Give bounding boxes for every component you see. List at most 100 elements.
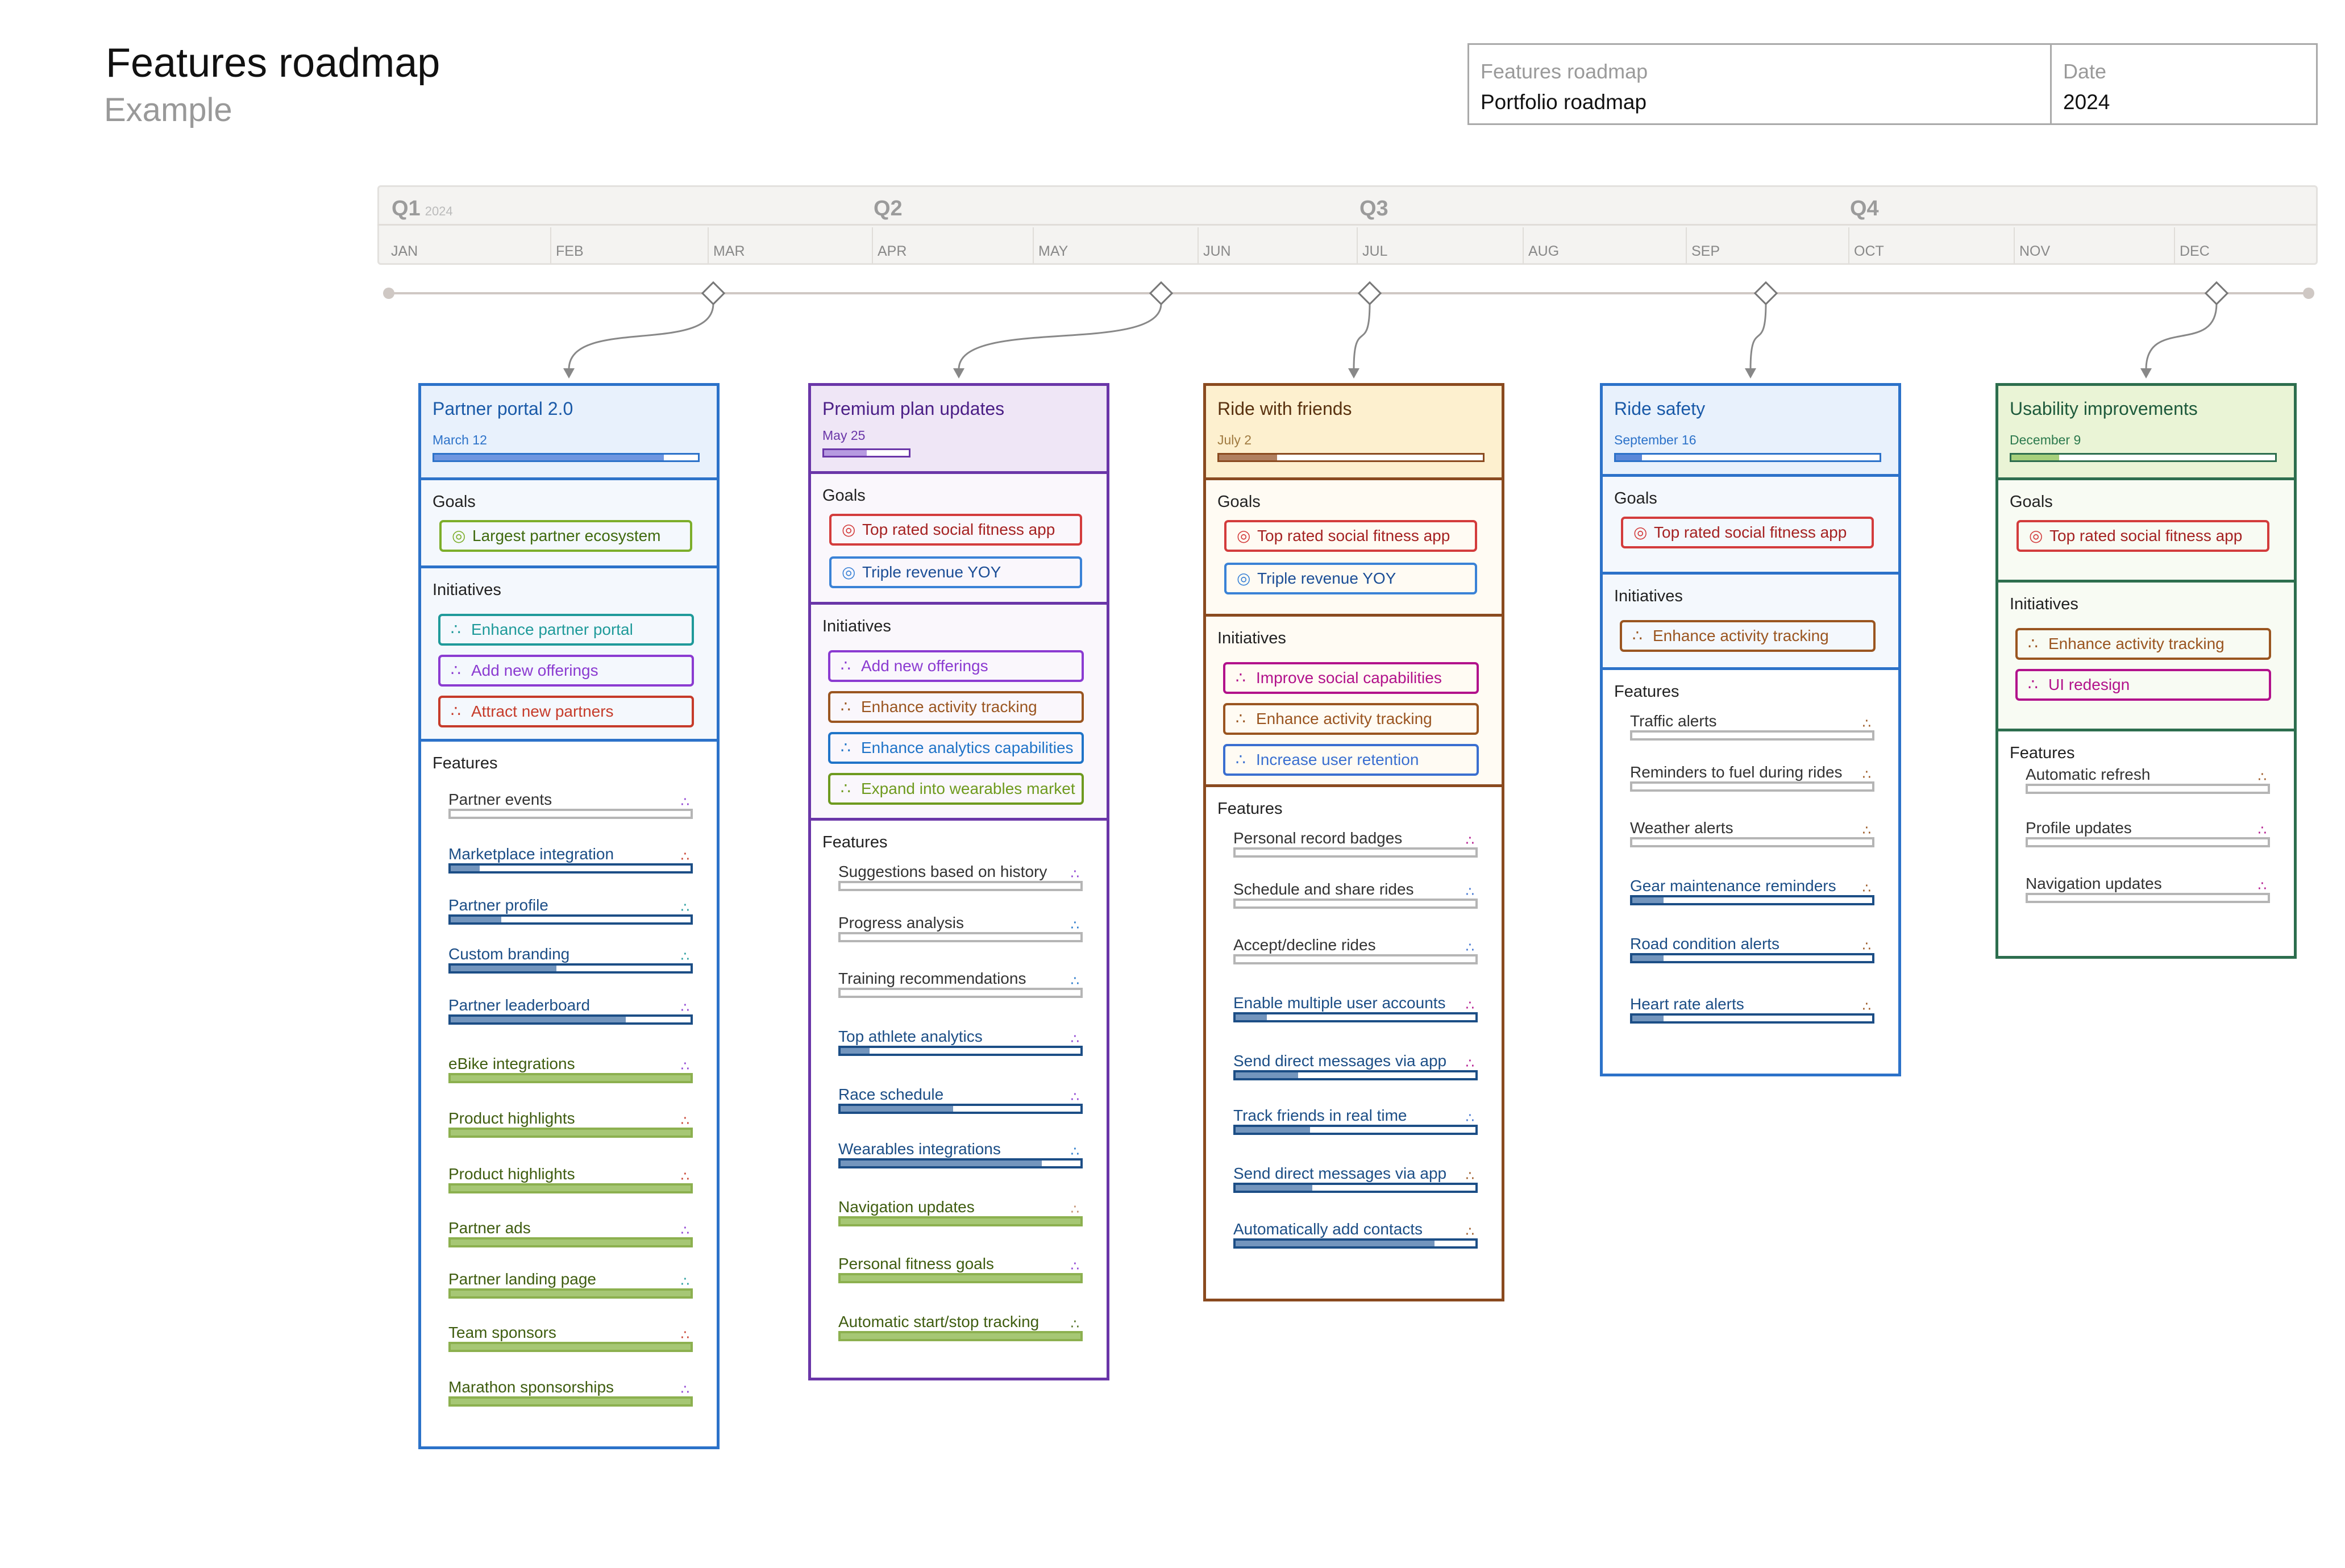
initiative-pill[interactable]: ∴ Enhance activity tracking: [2015, 628, 2271, 660]
initiative-icon: ∴: [1070, 1202, 1079, 1217]
initiative-icon: ∴: [2257, 770, 2267, 785]
goal-pill[interactable]: ◎ Top rated social fitness app: [829, 514, 1082, 546]
goal-pill[interactable]: ◎ Triple revenue YOY: [1224, 563, 1477, 594]
feature-row[interactable]: Partner ads ∴: [448, 1219, 693, 1257]
initiatives-section: Initiatives ∴ Enhance activity tracking: [1603, 575, 1898, 670]
feature-progress-fill: [841, 1161, 1042, 1166]
feature-row[interactable]: Top athlete analytics ∴: [838, 1028, 1083, 1065]
timeline-connectors: [389, 292, 2309, 379]
roadmap-card[interactable]: Premium plan updates May 25 Goals ◎ Top rate…: [808, 383, 1109, 1380]
feature-name: Progress analysis: [838, 914, 964, 931]
initiative-pill[interactable]: ∴ Add new offerings: [438, 655, 694, 687]
feature-row[interactable]: Automatic start/stop tracking ∴: [838, 1313, 1083, 1350]
feature-row[interactable]: Schedule and share rides ∴: [1233, 880, 1478, 918]
initiative-pill[interactable]: ∴ Increase user retention: [1223, 744, 1479, 776]
feature-row[interactable]: Heart rate alerts ∴: [1630, 995, 1874, 1033]
initiative-pill[interactable]: ∴ Enhance analytics capabilities: [828, 732, 1084, 764]
feature-row[interactable]: Custom branding ∴: [448, 945, 693, 983]
goal-pill[interactable]: ◎ Top rated social fitness app: [2016, 520, 2269, 552]
feature-name: Top athlete analytics: [838, 1028, 983, 1045]
feature-row[interactable]: Partner landing page ∴: [448, 1270, 693, 1308]
feature-row[interactable]: Progress analysis ∴: [838, 914, 1083, 951]
goal-pill[interactable]: ◎ Top rated social fitness app: [1224, 520, 1477, 552]
feature-progress-bar: [1630, 730, 1874, 741]
feature-row[interactable]: Navigation updates ∴: [838, 1198, 1083, 1236]
section-title-initiatives: Initiatives: [1217, 629, 1286, 647]
milestone-connector: [958, 303, 1162, 370]
section-title-features: Features: [1614, 683, 1679, 701]
feature-row[interactable]: Personal record badges ∴: [1233, 829, 1478, 867]
roadmap-card[interactable]: Ride safety September 16 Goals ◎ Top rated s…: [1600, 383, 1901, 1076]
initiative-pill[interactable]: ∴ Attract new partners: [438, 696, 694, 727]
initiative-pill[interactable]: ∴ Expand into wearables market: [828, 773, 1084, 805]
feature-progress-fill: [841, 1048, 870, 1054]
feature-row[interactable]: Suggestions based on history ∴: [838, 863, 1083, 900]
feature-progress-bar: [838, 1331, 1083, 1341]
feature-row[interactable]: Product highlights ∴: [448, 1109, 693, 1147]
feature-row[interactable]: Automatically add contacts ∴: [1233, 1220, 1478, 1258]
feature-row[interactable]: Automatic refresh ∴: [2026, 766, 2270, 803]
card-title[interactable]: Ride with friends: [1217, 398, 1352, 419]
feature-row[interactable]: Traffic alerts ∴: [1630, 712, 1874, 750]
feature-progress-bar: [1233, 847, 1478, 858]
target-icon: ◎: [1633, 523, 1648, 541]
goals-section: Goals ◎ Top rated social fitness app ◎ Tripl…: [1206, 480, 1502, 617]
initiative-pill[interactable]: ∴ Add new offerings: [828, 650, 1084, 682]
feature-progress-bar: [1233, 1012, 1478, 1022]
section-title-goals: Goals: [1614, 489, 1657, 508]
feature-progress-bar: [838, 932, 1083, 942]
roadmap-card[interactable]: Usability improvements December 9 Goals ◎ To…: [1995, 383, 2297, 959]
initiative-pill[interactable]: ∴ UI redesign: [2015, 669, 2271, 701]
goal-pill[interactable]: ◎ Top rated social fitness app: [1621, 517, 1874, 548]
card-title[interactable]: Premium plan updates: [822, 398, 1004, 419]
card-title[interactable]: Partner portal 2.0: [433, 398, 573, 419]
initiative-icon: ∴: [451, 621, 461, 638]
feature-row[interactable]: Partner profile ∴: [448, 896, 693, 934]
feature-row[interactable]: Accept/decline rides ∴: [1233, 936, 1478, 974]
feature-row[interactable]: Enable multiple user accounts ∴: [1233, 994, 1478, 1032]
feature-name: Partner leaderboard: [448, 996, 591, 1014]
roadmap-card[interactable]: Partner portal 2.0 March 12 Goals ◎ Largest …: [418, 383, 720, 1449]
goal-pill[interactable]: ◎ Largest partner ecosystem: [439, 520, 692, 552]
initiative-icon: ∴: [1465, 1224, 1474, 1240]
initiative-pill[interactable]: ∴ Enhance activity tracking: [1223, 703, 1479, 735]
feature-row[interactable]: Partner leaderboard ∴: [448, 996, 693, 1034]
feature-progress-fill: [451, 917, 501, 922]
feature-row[interactable]: Road condition alerts ∴: [1630, 935, 1874, 972]
feature-progress-fill: [451, 1240, 691, 1245]
goal-pill[interactable]: ◎ Triple revenue YOY: [829, 556, 1082, 588]
initiative-pill[interactable]: ∴ Enhance partner portal: [438, 614, 694, 646]
feature-row[interactable]: Training recommendations ∴: [838, 970, 1083, 1007]
feature-progress-fill: [451, 966, 556, 971]
timeline-end-dot: [2303, 288, 2314, 299]
feature-row[interactable]: Wearables integrations ∴: [838, 1140, 1083, 1178]
initiative-icon: ∴: [1465, 833, 1474, 849]
feature-row[interactable]: Reminders to fuel during rides ∴: [1630, 763, 1874, 801]
feature-row[interactable]: Track friends in real time ∴: [1233, 1107, 1478, 1144]
card-title[interactable]: Usability improvements: [2010, 398, 2198, 419]
feature-row[interactable]: Marketplace integration ∴: [448, 845, 693, 883]
initiative-icon: ∴: [680, 1169, 689, 1184]
feature-row[interactable]: Profile updates ∴: [2026, 819, 2270, 856]
feature-row[interactable]: Weather alerts ∴: [1630, 819, 1874, 856]
feature-row[interactable]: Team sponsors ∴: [448, 1324, 693, 1361]
feature-row[interactable]: Navigation updates ∴: [2026, 875, 2270, 912]
feature-row[interactable]: Gear maintenance reminders ∴: [1630, 877, 1874, 914]
feature-row[interactable]: Send direct messages via app ∴: [1233, 1164, 1478, 1202]
feature-row[interactable]: Race schedule ∴: [838, 1085, 1083, 1123]
card-title[interactable]: Ride safety: [1614, 398, 1705, 419]
initiative-pill[interactable]: ∴ Improve social capabilities: [1223, 662, 1479, 694]
initiative-icon: ∴: [680, 1000, 689, 1016]
feature-progress-bar: [838, 1104, 1083, 1114]
initiative-pill[interactable]: ∴ Enhance activity tracking: [828, 691, 1084, 723]
feature-row[interactable]: Partner events ∴: [448, 791, 693, 828]
feature-row[interactable]: Personal fitness goals ∴: [838, 1255, 1083, 1292]
initiative-icon: ∴: [1070, 918, 1079, 933]
roadmap-card[interactable]: Ride with friends July 2 Goals ◎ Top rated s…: [1203, 383, 1504, 1301]
initiative-pill[interactable]: ∴ Enhance activity tracking: [1620, 620, 1876, 652]
feature-row[interactable]: Marathon sponsorships ∴: [448, 1378, 693, 1416]
feature-row[interactable]: Send direct messages via app ∴: [1233, 1052, 1478, 1089]
feature-name: Gear maintenance reminders: [1630, 877, 1836, 895]
feature-row[interactable]: Product highlights ∴: [448, 1165, 693, 1203]
feature-row[interactable]: eBike integrations ∴: [448, 1055, 693, 1092]
